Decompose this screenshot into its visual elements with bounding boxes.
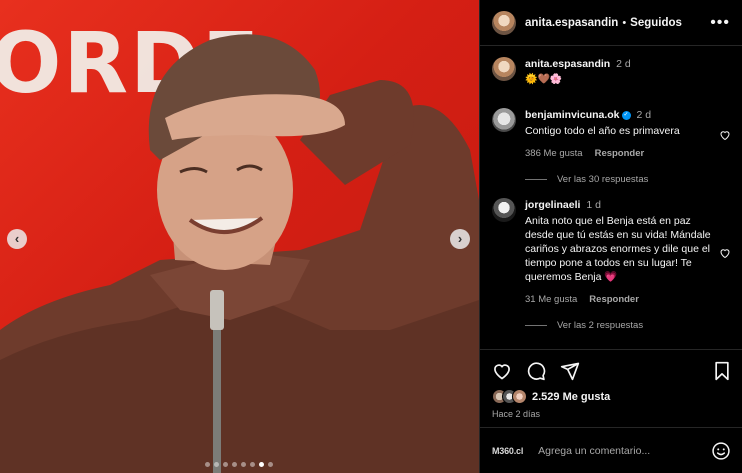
commenter-avatar[interactable] [492, 198, 516, 222]
comment-meta: 386 Me gusta Responder [525, 147, 711, 161]
chevron-right-icon: › [457, 231, 463, 246]
carousel-dot [223, 462, 228, 467]
likes-count[interactable]: 2.529 Me gusta [532, 391, 610, 403]
send-icon[interactable] [560, 361, 580, 381]
author-avatar[interactable] [492, 10, 516, 35]
liker-avatar [512, 389, 527, 404]
comment-text: Contigo todo el año es primavera [525, 125, 680, 137]
comment-likes[interactable]: 386 Me gusta [525, 147, 583, 161]
view-replies-button[interactable]: Ver las 2 respuestas [492, 320, 731, 331]
comment-icon[interactable] [526, 361, 546, 381]
carousel-dot [268, 462, 273, 467]
comment-likes[interactable]: 31 Me gusta [525, 293, 577, 307]
carousel-dot [241, 462, 246, 467]
caption-text: 🌞🤎🌸 [525, 74, 563, 85]
carousel-dot [205, 462, 210, 467]
commenter-avatar[interactable] [492, 108, 516, 132]
view-replies-button[interactable]: Ver las 30 respuestas [492, 174, 731, 185]
photo-illustration [0, 34, 479, 473]
comment-item: benjaminvicuna.ok ✓ 2 d Contigo todo el a… [492, 108, 731, 161]
watermark: M360.cl [492, 445, 524, 456]
bookmark-icon[interactable] [713, 361, 731, 381]
caption-avatar[interactable] [492, 57, 516, 81]
reply-button[interactable]: Responder [589, 293, 639, 307]
caption-username[interactable]: anita.espasandin [525, 58, 610, 70]
header-separator: • [622, 16, 627, 29]
comment-text: Anita noto que el Benja está en paz desd… [525, 215, 711, 283]
post-caption: anita.espasandin 2 d 🌞🤎🌸 [492, 57, 731, 87]
reply-button[interactable]: Responder [595, 147, 645, 161]
replies-divider [525, 325, 547, 326]
post-photo[interactable]: ORDE ‹ › [0, 0, 479, 473]
comment-item: jorgelinaeli 1 d Anita noto que el Benja… [492, 198, 731, 307]
carousel-dot [259, 462, 264, 467]
view-replies-label: Ver las 30 respuestas [557, 174, 649, 185]
caption-time: 2 d [616, 58, 631, 70]
view-replies-label: Ver las 2 respuestas [557, 320, 644, 331]
post-header: anita.espasandin • Seguidos ••• [480, 0, 742, 46]
post-time: Hace 2 días [492, 409, 541, 419]
author-username[interactable]: anita.espasandin [525, 17, 618, 29]
comment-time: 2 d [636, 109, 652, 121]
heart-icon[interactable] [492, 361, 512, 381]
prev-photo-button[interactable]: ‹ [7, 229, 27, 249]
comment-input[interactable] [538, 444, 709, 457]
comment-meta: 31 Me gusta Responder [525, 293, 711, 307]
verified-badge-icon: ✓ [621, 110, 631, 120]
comment-username[interactable]: benjaminvicuna.ok [525, 109, 620, 121]
comment-username[interactable]: jorgelinaeli [525, 199, 580, 211]
carousel-indicator [205, 462, 273, 467]
post-details-panel: anita.espasandin • Seguidos ••• anita.es… [479, 0, 742, 473]
carousel-dot [214, 462, 219, 467]
comment-composer: M360.cl [480, 427, 742, 473]
likes-summary[interactable]: 2.529 Me gusta [492, 389, 731, 404]
next-photo-button[interactable]: › [450, 229, 470, 249]
replies-divider [525, 179, 547, 180]
comment-like-icon[interactable] [719, 247, 731, 259]
comment-like-icon[interactable] [719, 129, 731, 141]
liker-avatars [492, 389, 527, 404]
comment-time: 1 d [586, 199, 601, 211]
carousel-dot [250, 462, 255, 467]
post-actions: 2.529 Me gusta Hace 2 días [480, 349, 742, 427]
chevron-left-icon: ‹ [14, 231, 20, 246]
carousel-dot [232, 462, 237, 467]
comments-list[interactable]: anita.espasandin 2 d 🌞🤎🌸 benjaminvicuna.… [480, 47, 742, 349]
more-options-icon[interactable]: ••• [710, 14, 730, 32]
smiley-icon[interactable] [711, 441, 731, 461]
follow-status-button[interactable]: Seguidos [630, 17, 682, 29]
